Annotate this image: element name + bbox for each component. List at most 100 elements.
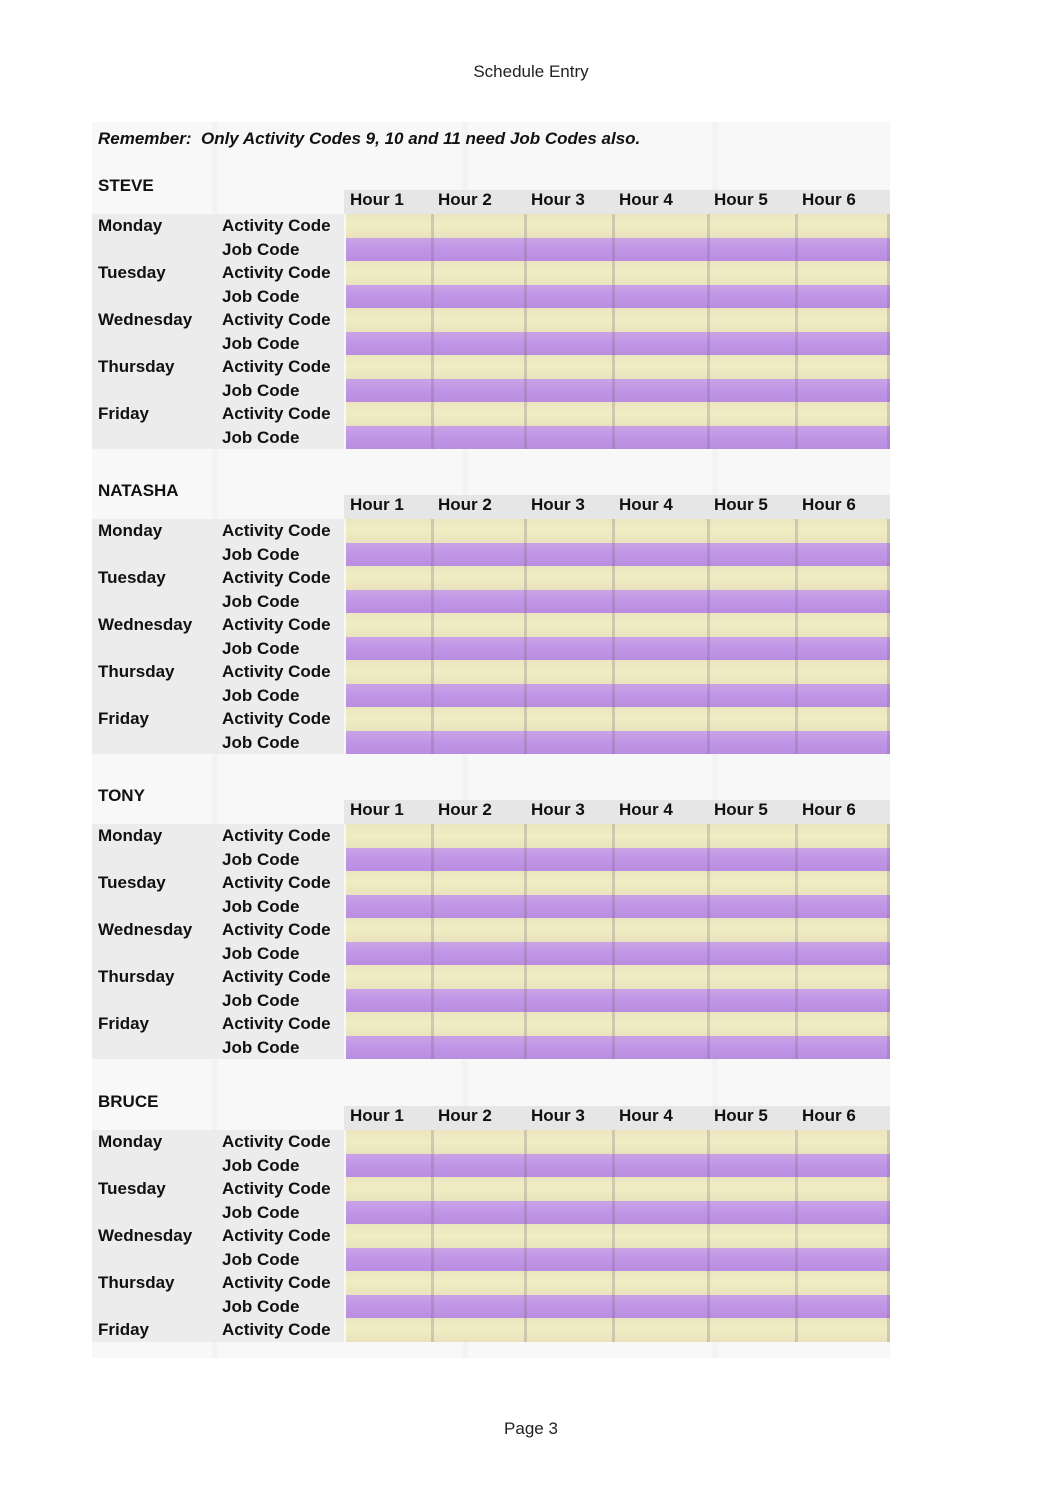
job-code-cell[interactable] bbox=[798, 542, 890, 566]
activity-code-cell[interactable] bbox=[710, 402, 798, 426]
activity-code-cell[interactable] bbox=[615, 566, 710, 590]
job-code-cell[interactable] bbox=[615, 1294, 710, 1318]
job-code-cell[interactable] bbox=[527, 237, 615, 261]
activity-code-cell[interactable] bbox=[710, 871, 798, 895]
job-code-cell[interactable] bbox=[346, 331, 434, 355]
activity-code-cell[interactable] bbox=[710, 613, 798, 637]
activity-code-cell[interactable] bbox=[346, 1318, 434, 1342]
job-code-cell[interactable] bbox=[434, 378, 527, 402]
job-code-cell[interactable] bbox=[346, 284, 434, 308]
job-code-cell[interactable] bbox=[615, 1153, 710, 1177]
activity-code-cell[interactable] bbox=[798, 918, 890, 942]
job-code-cell[interactable] bbox=[615, 636, 710, 660]
job-code-cell[interactable] bbox=[346, 894, 434, 918]
job-code-cell[interactable] bbox=[434, 237, 527, 261]
job-code-cell[interactable] bbox=[798, 1153, 890, 1177]
job-code-cell[interactable] bbox=[434, 683, 527, 707]
job-code-cell[interactable] bbox=[434, 542, 527, 566]
activity-code-cell[interactable] bbox=[527, 308, 615, 332]
activity-code-cell[interactable] bbox=[346, 355, 434, 379]
activity-code-cell[interactable] bbox=[615, 214, 710, 238]
activity-code-cell[interactable] bbox=[798, 1318, 890, 1342]
activity-code-cell[interactable] bbox=[710, 214, 798, 238]
job-code-cell[interactable] bbox=[798, 847, 890, 871]
activity-code-cell[interactable] bbox=[710, 1318, 798, 1342]
activity-code-cell[interactable] bbox=[527, 261, 615, 285]
job-code-cell[interactable] bbox=[798, 683, 890, 707]
activity-code-cell[interactable] bbox=[434, 261, 527, 285]
job-code-cell[interactable] bbox=[434, 589, 527, 613]
job-code-cell[interactable] bbox=[615, 847, 710, 871]
job-code-cell[interactable] bbox=[710, 589, 798, 613]
activity-code-cell[interactable] bbox=[615, 824, 710, 848]
job-code-cell[interactable] bbox=[710, 1200, 798, 1224]
job-code-cell[interactable] bbox=[798, 1200, 890, 1224]
job-code-cell[interactable] bbox=[615, 237, 710, 261]
job-code-cell[interactable] bbox=[527, 425, 615, 449]
job-code-cell[interactable] bbox=[798, 237, 890, 261]
job-code-cell[interactable] bbox=[434, 847, 527, 871]
activity-code-cell[interactable] bbox=[615, 1177, 710, 1201]
activity-code-cell[interactable] bbox=[798, 308, 890, 332]
activity-code-cell[interactable] bbox=[434, 1224, 527, 1248]
activity-code-cell[interactable] bbox=[434, 308, 527, 332]
activity-code-cell[interactable] bbox=[434, 519, 527, 543]
job-code-cell[interactable] bbox=[710, 542, 798, 566]
activity-code-cell[interactable] bbox=[346, 824, 434, 848]
job-code-cell[interactable] bbox=[527, 730, 615, 754]
activity-code-cell[interactable] bbox=[527, 707, 615, 731]
activity-code-cell[interactable] bbox=[527, 660, 615, 684]
job-code-cell[interactable] bbox=[346, 542, 434, 566]
job-code-cell[interactable] bbox=[346, 847, 434, 871]
job-code-cell[interactable] bbox=[710, 636, 798, 660]
activity-code-cell[interactable] bbox=[615, 355, 710, 379]
job-code-cell[interactable] bbox=[434, 730, 527, 754]
job-code-cell[interactable] bbox=[527, 1247, 615, 1271]
job-code-cell[interactable] bbox=[346, 636, 434, 660]
activity-code-cell[interactable] bbox=[615, 1271, 710, 1295]
job-code-cell[interactable] bbox=[710, 425, 798, 449]
job-code-cell[interactable] bbox=[710, 988, 798, 1012]
activity-code-cell[interactable] bbox=[710, 355, 798, 379]
job-code-cell[interactable] bbox=[710, 331, 798, 355]
job-code-cell[interactable] bbox=[798, 1294, 890, 1318]
activity-code-cell[interactable] bbox=[346, 871, 434, 895]
activity-code-cell[interactable] bbox=[615, 402, 710, 426]
activity-code-cell[interactable] bbox=[615, 871, 710, 895]
job-code-cell[interactable] bbox=[710, 847, 798, 871]
activity-code-cell[interactable] bbox=[615, 1012, 710, 1036]
job-code-cell[interactable] bbox=[527, 683, 615, 707]
activity-code-cell[interactable] bbox=[798, 613, 890, 637]
job-code-cell[interactable] bbox=[346, 1153, 434, 1177]
activity-code-cell[interactable] bbox=[346, 261, 434, 285]
activity-code-cell[interactable] bbox=[527, 1224, 615, 1248]
job-code-cell[interactable] bbox=[710, 941, 798, 965]
activity-code-cell[interactable] bbox=[346, 566, 434, 590]
activity-code-cell[interactable] bbox=[434, 566, 527, 590]
activity-code-cell[interactable] bbox=[615, 660, 710, 684]
activity-code-cell[interactable] bbox=[346, 965, 434, 989]
job-code-cell[interactable] bbox=[434, 988, 527, 1012]
job-code-cell[interactable] bbox=[615, 894, 710, 918]
activity-code-cell[interactable] bbox=[710, 1177, 798, 1201]
activity-code-cell[interactable] bbox=[527, 1271, 615, 1295]
job-code-cell[interactable] bbox=[527, 636, 615, 660]
job-code-cell[interactable] bbox=[434, 1200, 527, 1224]
activity-code-cell[interactable] bbox=[615, 1224, 710, 1248]
activity-code-cell[interactable] bbox=[798, 566, 890, 590]
activity-code-cell[interactable] bbox=[346, 519, 434, 543]
activity-code-cell[interactable] bbox=[434, 402, 527, 426]
job-code-cell[interactable] bbox=[798, 941, 890, 965]
job-code-cell[interactable] bbox=[615, 1247, 710, 1271]
activity-code-cell[interactable] bbox=[798, 214, 890, 238]
job-code-cell[interactable] bbox=[615, 542, 710, 566]
job-code-cell[interactable] bbox=[346, 425, 434, 449]
job-code-cell[interactable] bbox=[710, 1035, 798, 1059]
activity-code-cell[interactable] bbox=[798, 402, 890, 426]
activity-code-cell[interactable] bbox=[527, 214, 615, 238]
activity-code-cell[interactable] bbox=[346, 1130, 434, 1154]
activity-code-cell[interactable] bbox=[615, 613, 710, 637]
activity-code-cell[interactable] bbox=[434, 871, 527, 895]
activity-code-cell[interactable] bbox=[346, 402, 434, 426]
activity-code-cell[interactable] bbox=[346, 214, 434, 238]
